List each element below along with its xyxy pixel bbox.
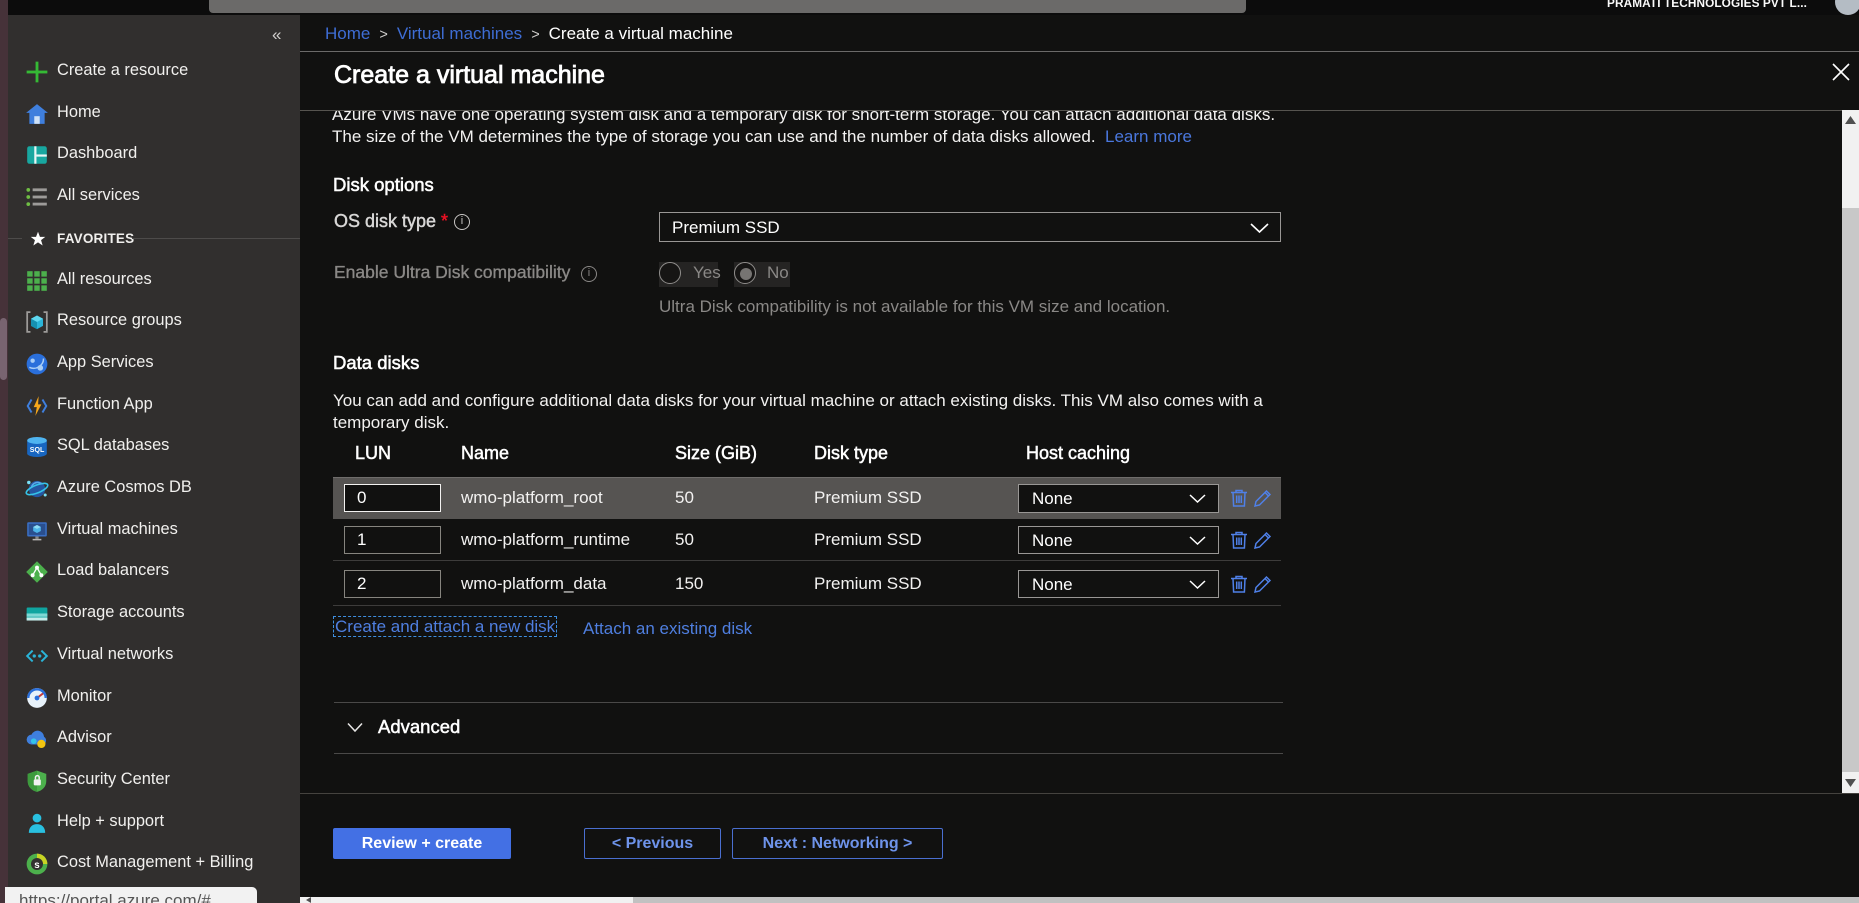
svg-text:SQL: SQL	[30, 446, 45, 454]
svg-text:s: s	[34, 860, 40, 871]
